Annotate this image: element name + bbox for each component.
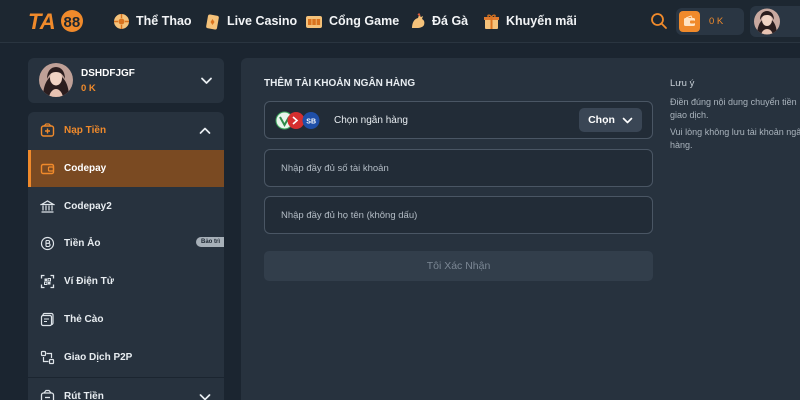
p2p-transfer-icon (39, 350, 55, 366)
nav-live-casino[interactable]: Live Casino (203, 11, 297, 31)
bank-icon (39, 199, 55, 215)
avatar (39, 63, 73, 97)
nav-cockfight[interactable]: Đá Gà (408, 11, 468, 31)
choose-bank-button-label: Chọn (588, 114, 615, 126)
sidebar-item-e-wallet[interactable]: Ví Điện Tử (28, 263, 224, 300)
header-balance-value: 0 K (709, 16, 724, 27)
sidebar-item-label: Ví Điện Tử (64, 276, 115, 287)
user-summary-card[interactable]: DSHDFJGF 0 K (28, 58, 224, 103)
nav-game-portal-label: Cổng Game (329, 14, 400, 28)
chevron-up-icon[interactable] (199, 125, 211, 137)
sidebar-item-label: Codepay (64, 163, 107, 174)
add-bank-account-panel: THÊM TÀI KHOẢN NGÂN HÀNG SB Chọn ngân hà… (241, 58, 800, 400)
avatar (754, 8, 780, 35)
note-line: Điền đúng nội dung chuyển tiền giao dịch… (670, 97, 797, 120)
form-title: THÊM TÀI KHOẢN NGÂN HÀNG (264, 78, 416, 89)
sidebar-item-codepay[interactable]: Codepay (28, 150, 224, 187)
chevron-down-icon[interactable] (199, 391, 211, 400)
ta88-logo[interactable]: TA 88 (28, 8, 96, 34)
sports-ball-icon (112, 12, 130, 30)
header-user-menu[interactable] (750, 6, 800, 37)
maintenance-badge: Bảo trì (195, 237, 224, 247)
sidebar-item-label: Codepay2 (64, 201, 112, 212)
username: DSHDFJGF (81, 68, 135, 79)
bank-logos-icon: SB (275, 111, 320, 130)
nav-sports-label: Thể Thao (136, 14, 192, 28)
account-holder-name-input[interactable] (264, 196, 653, 234)
menu-section-deposit[interactable]: Nạp Tiền (28, 112, 224, 149)
menu-section-deposit-label: Nạp Tiền (64, 125, 107, 136)
slot-machine-icon (305, 12, 323, 30)
account-number-input[interactable] (264, 149, 653, 187)
top-navigation-bar: TA 88 Thể Thao Live Casino Cổng Game Đá … (0, 0, 800, 43)
sidebar-item-codepay2[interactable]: Codepay2 (28, 188, 224, 225)
header-balance[interactable]: 0 K (676, 8, 744, 35)
search-icon[interactable] (650, 12, 668, 30)
wallet-icon (39, 161, 55, 177)
sidebar-item-p2p[interactable]: Giao Dịch P2P (28, 339, 224, 376)
nav-cockfight-label: Đá Gà (432, 14, 469, 28)
sidebar-item-label: Tiền Ảo (64, 238, 101, 249)
qr-scan-icon (39, 274, 55, 290)
sidebar-item-label: Giao Dịch P2P (64, 352, 133, 363)
rooster-icon (408, 12, 426, 30)
nav-promotions-label: Khuyến mãi (506, 14, 577, 28)
sidebar-menu: Nạp Tiền Codepay Codepay2 Tiền Ảo Bảo tr… (28, 112, 224, 400)
nav-promotions[interactable]: Khuyến mãi (482, 11, 577, 31)
sidebar-item-crypto[interactable]: Tiền Ảo Bảo trì (28, 225, 224, 262)
card-stack-icon (39, 312, 55, 328)
svg-text:SB: SB (306, 119, 316, 126)
wallet-icon (679, 11, 700, 32)
bitcoin-icon (39, 236, 55, 252)
note-line: Vui lòng không lưu tài khoản ngân hàng. (670, 127, 800, 150)
choose-bank-button[interactable]: Chọn (579, 108, 642, 132)
chevron-down-icon (622, 117, 633, 123)
bank-select[interactable]: SB Chọn ngân hàng Chọn (264, 101, 653, 139)
menu-section-withdraw[interactable]: Rút Tiền (28, 378, 224, 400)
playing-card-icon (203, 12, 221, 30)
notes-title: Lưu ý (670, 78, 695, 89)
menu-section-withdraw-label: Rút Tiền (64, 391, 104, 400)
bank-select-label: Chọn ngân hàng (334, 115, 408, 126)
user-balance: 0 K (81, 83, 96, 94)
chevron-down-icon[interactable] (200, 74, 213, 87)
notes-section: Lưu ý Điền đúng nội dung chuyển tiền gia… (670, 58, 800, 258)
sidebar-item-scratch-card[interactable]: Thẻ Cào (28, 301, 224, 338)
withdraw-icon (39, 389, 55, 400)
gift-icon (482, 12, 500, 30)
nav-live-casino-label: Live Casino (227, 14, 298, 28)
confirm-button[interactable]: Tôi Xác Nhận (264, 251, 653, 281)
nav-game-portal[interactable]: Cổng Game (305, 11, 399, 31)
svg-text:TA: TA (28, 9, 56, 34)
svg-text:88: 88 (64, 14, 81, 31)
sidebar-item-label: Thẻ Cào (64, 314, 104, 325)
deposit-icon (39, 123, 55, 139)
nav-sports[interactable]: Thể Thao (112, 11, 192, 31)
